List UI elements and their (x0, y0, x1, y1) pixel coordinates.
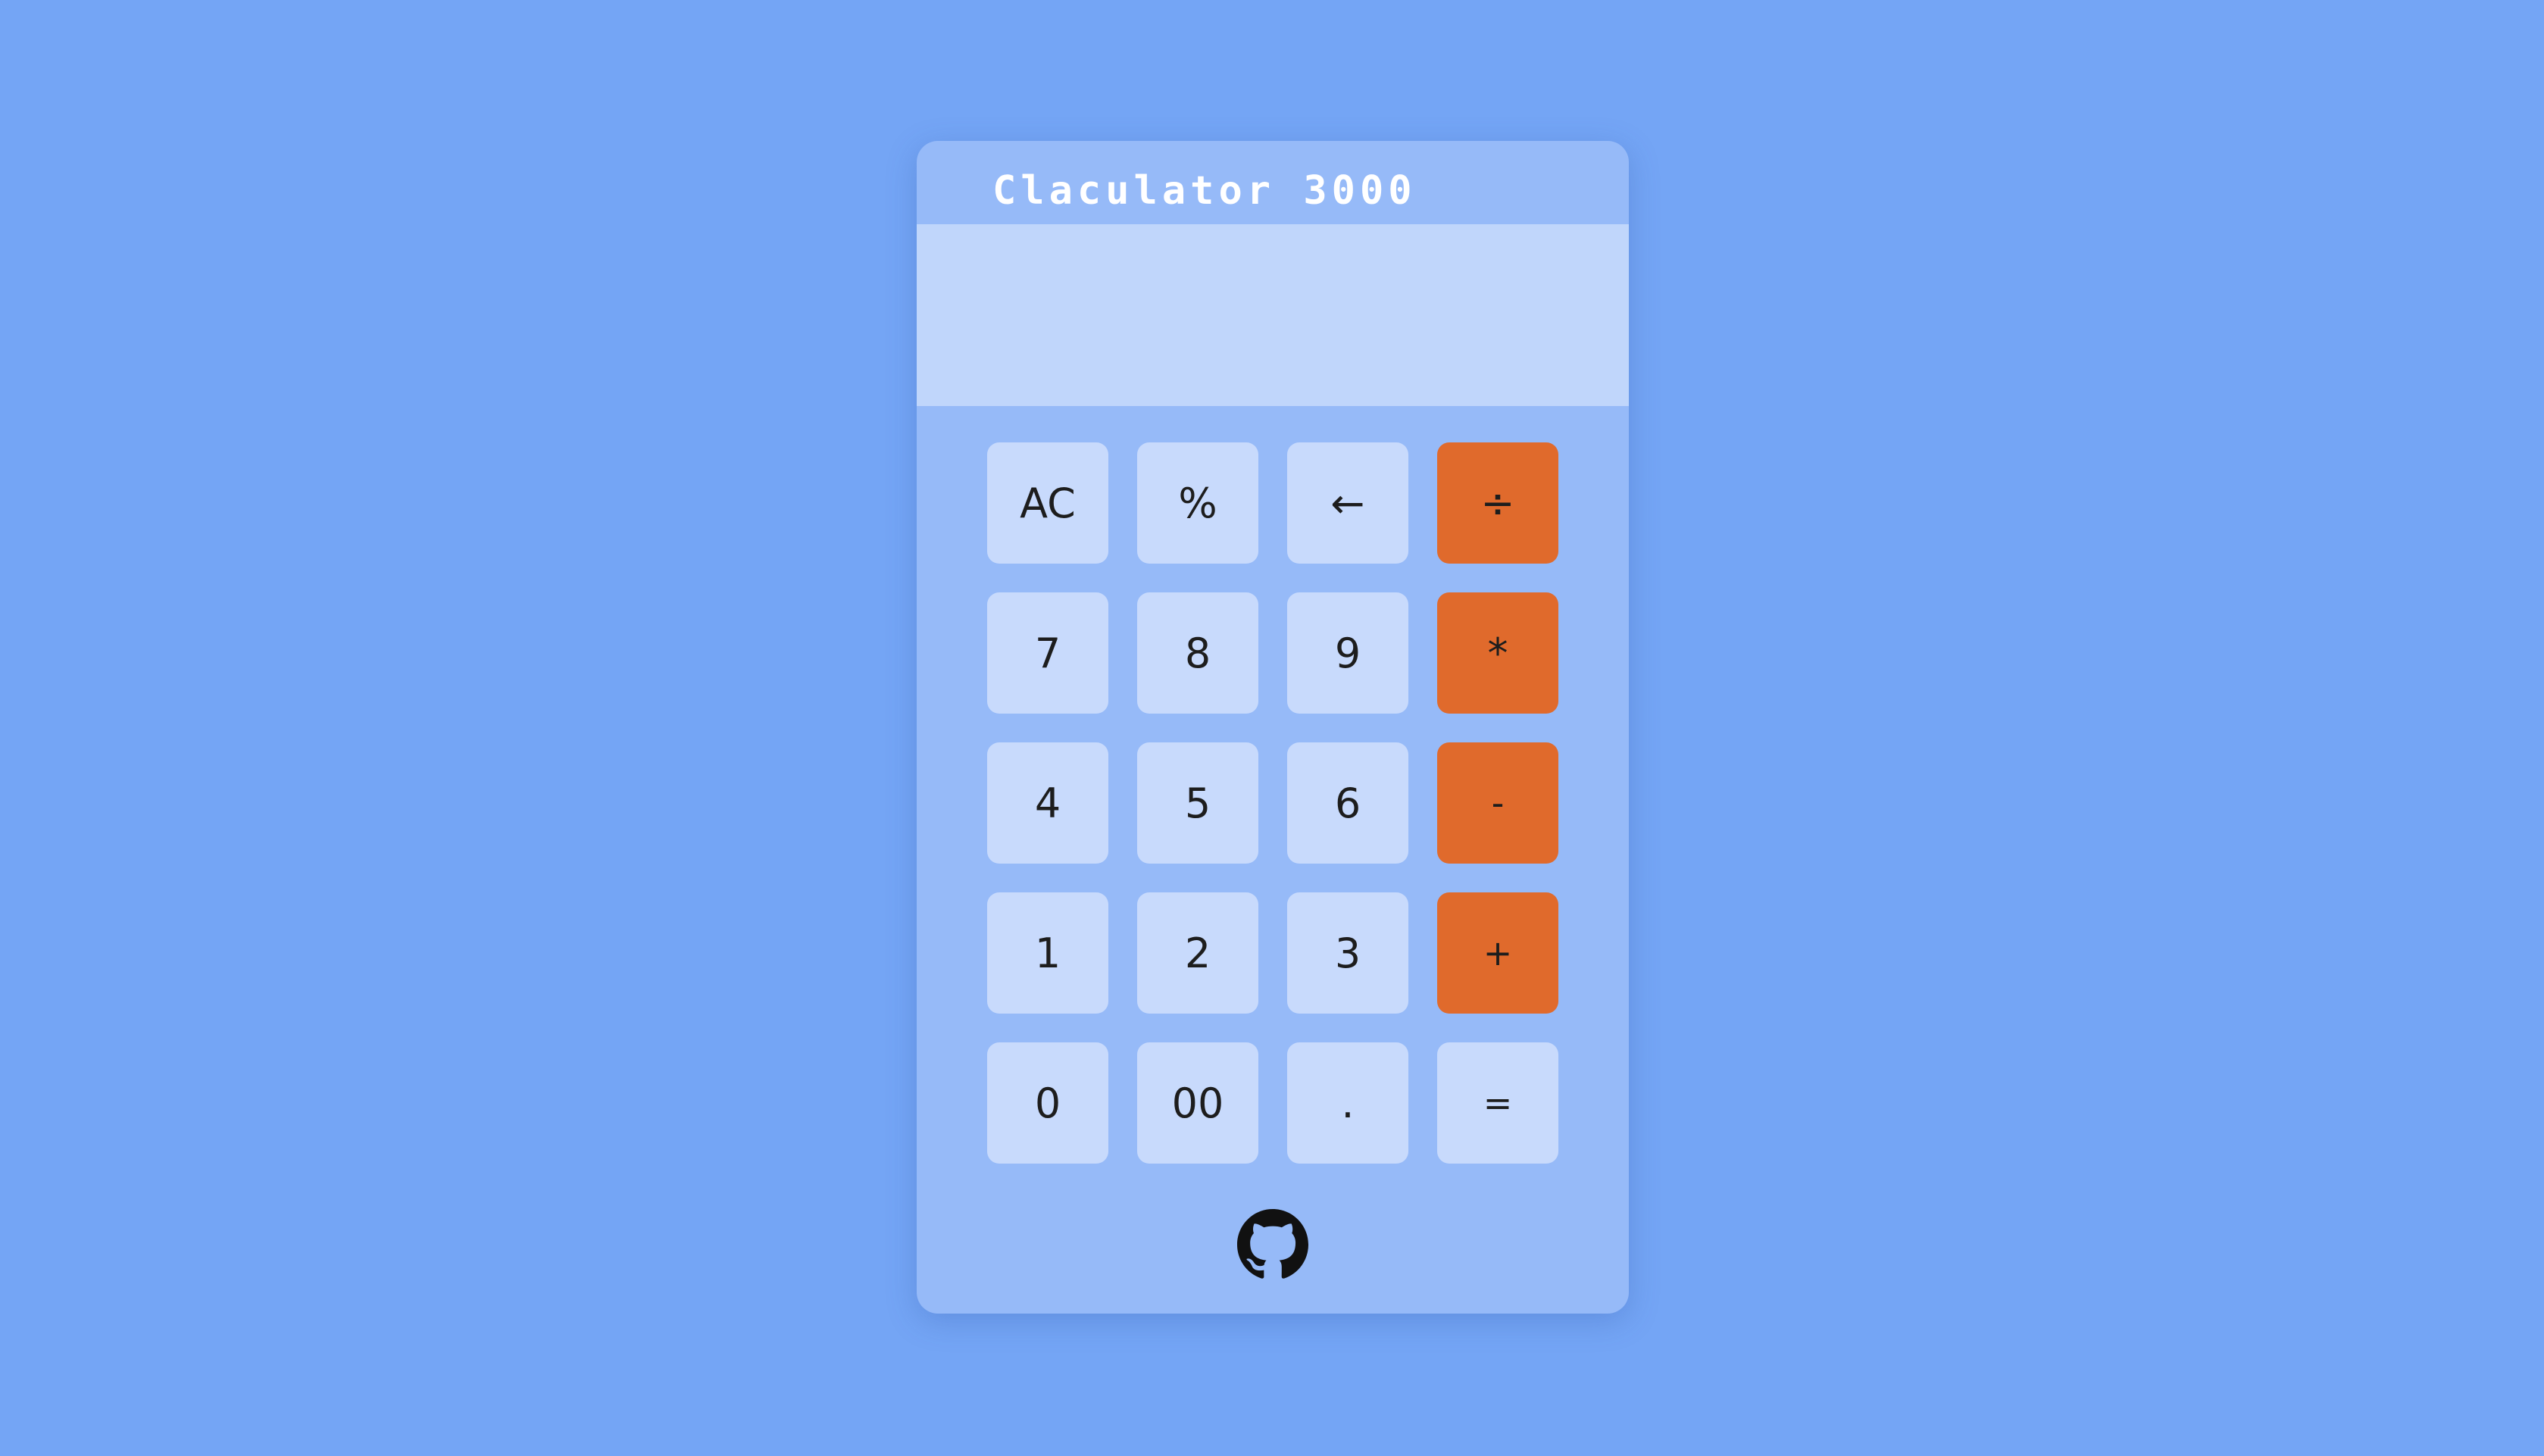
percent-button[interactable]: % (1137, 442, 1258, 564)
subtract-button[interactable]: - (1437, 742, 1558, 864)
clear-button[interactable]: AC (987, 442, 1108, 564)
digit-8-button[interactable]: 8 (1137, 592, 1258, 714)
digit-1-button[interactable]: 1 (987, 892, 1108, 1014)
github-icon (1237, 1209, 1308, 1280)
github-link[interactable] (1237, 1209, 1308, 1280)
digit-6-button[interactable]: 6 (1287, 742, 1408, 864)
digit-9-button[interactable]: 9 (1287, 592, 1408, 714)
backspace-button[interactable]: ← (1287, 442, 1408, 564)
digit-0-button[interactable]: 0 (987, 1042, 1108, 1164)
multiply-button[interactable]: * (1437, 592, 1558, 714)
add-button[interactable]: + (1437, 892, 1558, 1014)
calculator-display (917, 224, 1629, 406)
digit-4-button[interactable]: 4 (987, 742, 1108, 864)
digit-5-button[interactable]: 5 (1137, 742, 1258, 864)
equals-button[interactable]: = (1437, 1042, 1558, 1164)
decimal-point-button[interactable]: . (1287, 1042, 1408, 1164)
digit-3-button[interactable]: 3 (1287, 892, 1408, 1014)
page-background: { "app": { "title": "Claculator 3000" },… (0, 0, 2544, 1456)
calculator-panel: Claculator 3000 AC % ← ÷ 7 8 9 * 4 5 6 -… (917, 141, 1629, 1314)
digit-7-button[interactable]: 7 (987, 592, 1108, 714)
digit-2-button[interactable]: 2 (1137, 892, 1258, 1014)
keypad: AC % ← ÷ 7 8 9 * 4 5 6 - 1 2 3 + 0 00 . … (987, 442, 1558, 1164)
double-zero-button[interactable]: 00 (1137, 1042, 1258, 1164)
app-title: Claculator 3000 (992, 168, 1417, 214)
divide-button[interactable]: ÷ (1437, 442, 1558, 564)
